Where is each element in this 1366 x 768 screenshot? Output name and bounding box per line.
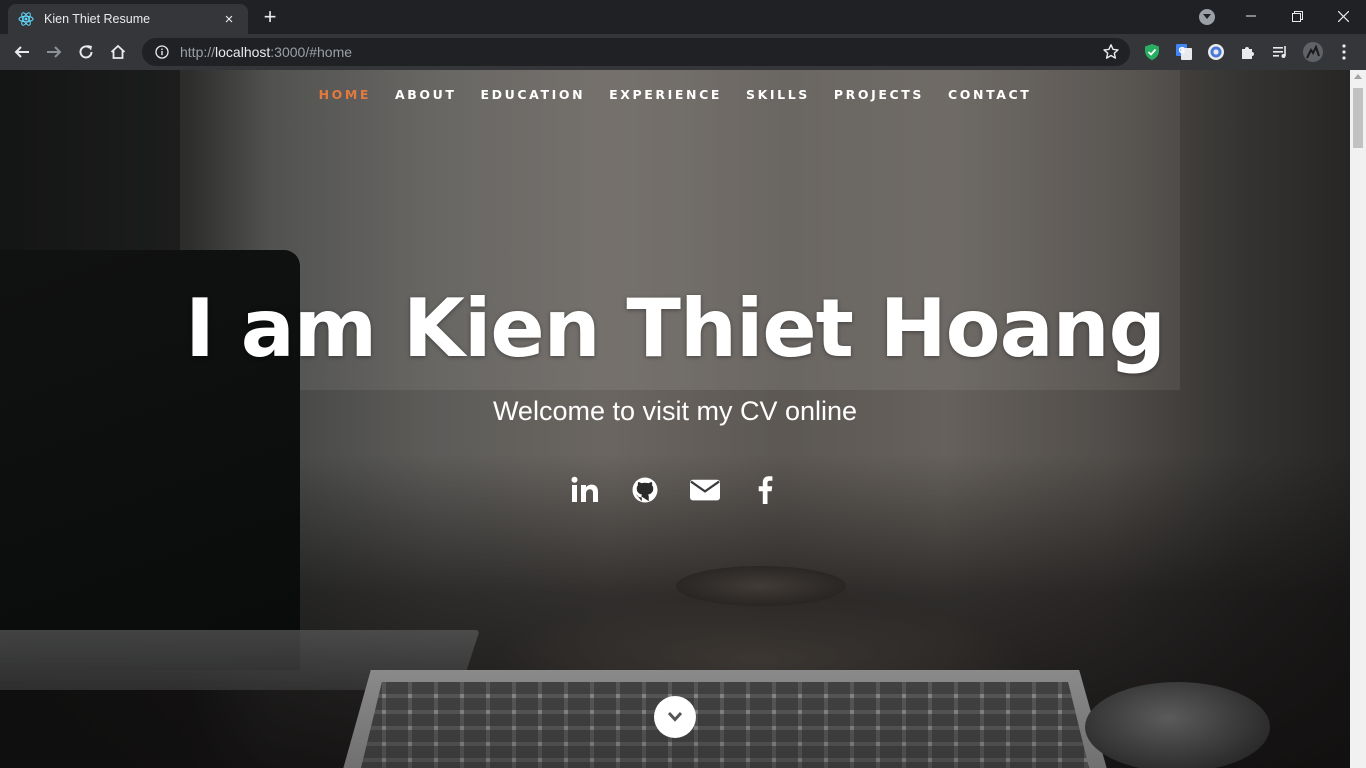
hero-title: I am Kien Thiet Hoang bbox=[185, 282, 1166, 375]
menu-kebab-icon[interactable] bbox=[1334, 42, 1354, 62]
tab-search-icon[interactable] bbox=[1199, 9, 1215, 25]
tab-close-icon[interactable]: × bbox=[220, 11, 238, 28]
nav-skills[interactable]: SKILLS bbox=[734, 87, 822, 102]
social-links bbox=[0, 474, 1350, 506]
nav-education[interactable]: EDUCATION bbox=[469, 87, 598, 102]
hero-section: HOME ABOUT EDUCATION EXPERIENCE SKILLS P… bbox=[0, 70, 1350, 768]
scroll-down-button[interactable] bbox=[654, 696, 696, 738]
puzzle-extension-icon[interactable] bbox=[1238, 42, 1258, 62]
github-icon[interactable] bbox=[630, 474, 660, 506]
main-nav: HOME ABOUT EDUCATION EXPERIENCE SKILLS P… bbox=[0, 87, 1350, 102]
page-scrollbar[interactable] bbox=[1350, 70, 1366, 768]
nav-experience[interactable]: EXPERIENCE bbox=[597, 87, 734, 102]
hero-subtitle: Welcome to visit my CV online bbox=[492, 396, 858, 426]
chevron-down-icon bbox=[667, 711, 683, 723]
media-control-icon[interactable] bbox=[1270, 42, 1290, 62]
restore-button[interactable] bbox=[1274, 0, 1320, 32]
scroll-up-arrow-icon[interactable] bbox=[1354, 74, 1362, 79]
url-scheme: http:// bbox=[180, 44, 216, 60]
facebook-icon[interactable] bbox=[750, 474, 780, 506]
home-icon[interactable] bbox=[106, 40, 130, 64]
reload-icon[interactable] bbox=[74, 40, 98, 64]
chrome-extension-icon[interactable] bbox=[1206, 42, 1226, 62]
forward-icon[interactable] bbox=[42, 40, 66, 64]
nav-about[interactable]: ABOUT bbox=[383, 87, 469, 102]
react-icon bbox=[18, 11, 34, 27]
browser-tab[interactable]: Kien Thiet Resume × bbox=[8, 4, 248, 34]
address-bar[interactable]: http://localhost:3000/#home bbox=[142, 38, 1130, 66]
scrollbar-thumb[interactable] bbox=[1353, 88, 1363, 148]
url-host: localhost bbox=[215, 44, 271, 60]
minimize-button[interactable] bbox=[1228, 0, 1274, 32]
star-icon[interactable] bbox=[1102, 43, 1120, 61]
browser-toolbar: http://localhost:3000/#home G bbox=[0, 34, 1366, 70]
linkedin-icon[interactable] bbox=[570, 474, 600, 506]
email-icon[interactable] bbox=[690, 474, 720, 506]
close-window-button[interactable] bbox=[1320, 0, 1366, 32]
url-path: :3000/#home bbox=[270, 44, 353, 60]
tab-title: Kien Thiet Resume bbox=[44, 12, 151, 26]
url-text: http://localhost:3000/#home bbox=[180, 44, 352, 60]
info-icon[interactable] bbox=[154, 44, 170, 60]
svg-text:G: G bbox=[1179, 46, 1186, 55]
nav-home[interactable]: HOME bbox=[307, 87, 383, 102]
nav-projects[interactable]: PROJECTS bbox=[822, 87, 936, 102]
nav-contact[interactable]: CONTACT bbox=[936, 87, 1043, 102]
browser-titlebar: Kien Thiet Resume × + bbox=[0, 0, 1366, 34]
back-icon[interactable] bbox=[10, 40, 34, 64]
profile-avatar[interactable] bbox=[1302, 41, 1324, 63]
translate-extension-icon[interactable]: G bbox=[1174, 42, 1194, 62]
shield-extension-icon[interactable] bbox=[1142, 42, 1162, 62]
new-tab-button[interactable]: + bbox=[258, 6, 282, 30]
